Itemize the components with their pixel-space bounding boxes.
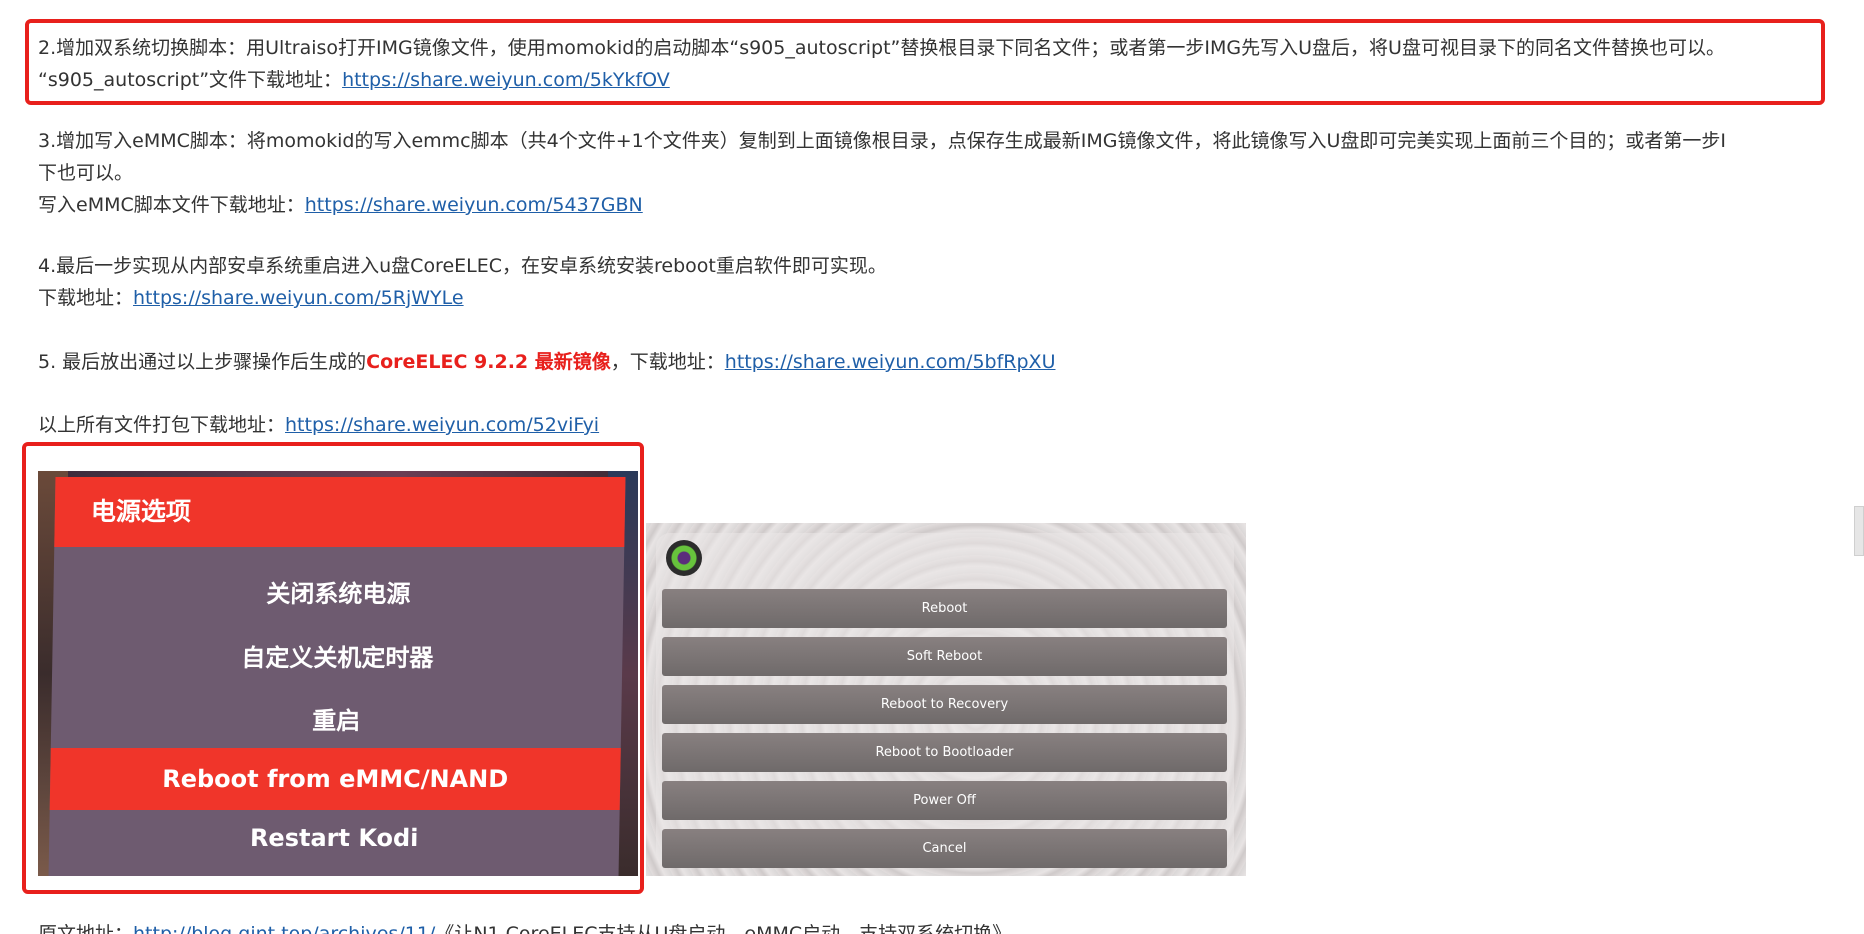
step3-text: 3.增加写入eMMC脚本：将momokid的写入emmc脚本（共4个文件+1个文… — [38, 125, 1726, 221]
step5-highlight: CoreELEC 9.2.2 最新镜像 — [366, 351, 611, 373]
scrollbar-thumb[interactable] — [1854, 506, 1864, 556]
app-logo-icon — [666, 540, 702, 576]
source-title: 《让N1 CoreELEC支持从U盘启动、eMMC启动，支持双系统切换》 — [435, 923, 1012, 934]
step3-download-link[interactable]: https://share.weiyun.com/5437GBN — [305, 194, 643, 216]
step3-line2: 下也可以。 — [38, 162, 134, 184]
reboot-app-dialog-photo: Reboot Soft Reboot Reboot to Recovery Re… — [646, 523, 1246, 876]
source-label: 原文地址： — [38, 923, 134, 934]
step5-download-link[interactable]: https://share.weiyun.com/5bfRpXU — [725, 351, 1056, 373]
step5-middle: ，下载地址： — [610, 351, 725, 373]
step5-prefix: 5. 最后放出通过以上步骤操作后生成的 — [38, 351, 367, 373]
step3-line1: 3.增加写入eMMC脚本：将momokid的写入emmc脚本（共4个文件+1个文… — [38, 130, 1726, 152]
reboot-option: Reboot — [662, 589, 1227, 628]
highlight-box-kodi-photo — [22, 442, 644, 894]
source-text: 原文地址：http://blog.qint.top/archives/11/《让… — [38, 918, 1011, 934]
reboot-option: Power Off — [662, 781, 1227, 820]
step4-text: 4.最后一步实现从内部安卓系统重启进入u盘CoreELEC，在安卓系统安装reb… — [38, 250, 887, 314]
step4-line1: 4.最后一步实现从内部安卓系统重启进入u盘CoreELEC，在安卓系统安装reb… — [38, 255, 887, 277]
reboot-option: Cancel — [662, 829, 1227, 868]
step4-line2-label: 下载地址： — [38, 287, 134, 309]
step4-download-link[interactable]: https://share.weiyun.com/5RjWYLe — [133, 287, 464, 309]
source-link[interactable]: http://blog.qint.top/archives/11/ — [133, 923, 435, 934]
highlight-box-step2 — [25, 19, 1825, 105]
all-files-text: 以上所有文件打包下载地址：https://share.weiyun.com/52… — [38, 409, 599, 441]
reboot-option: Soft Reboot — [662, 637, 1227, 676]
all-files-download-link[interactable]: https://share.weiyun.com/52viFyi — [285, 414, 599, 436]
step5-text: 5. 最后放出通过以上步骤操作后生成的CoreELEC 9.2.2 最新镜像，下… — [38, 346, 1055, 378]
article-content: 2.增加双系统切换脚本：用Ultraiso打开IMG镜像文件，使用momokid… — [0, 0, 1864, 934]
reboot-option: Reboot to Recovery — [662, 685, 1227, 724]
step3-line3-label: 写入eMMC脚本文件下载地址： — [38, 194, 305, 216]
all-files-label: 以上所有文件打包下载地址： — [38, 414, 286, 436]
reboot-option: Reboot to Bootloader — [662, 733, 1227, 772]
